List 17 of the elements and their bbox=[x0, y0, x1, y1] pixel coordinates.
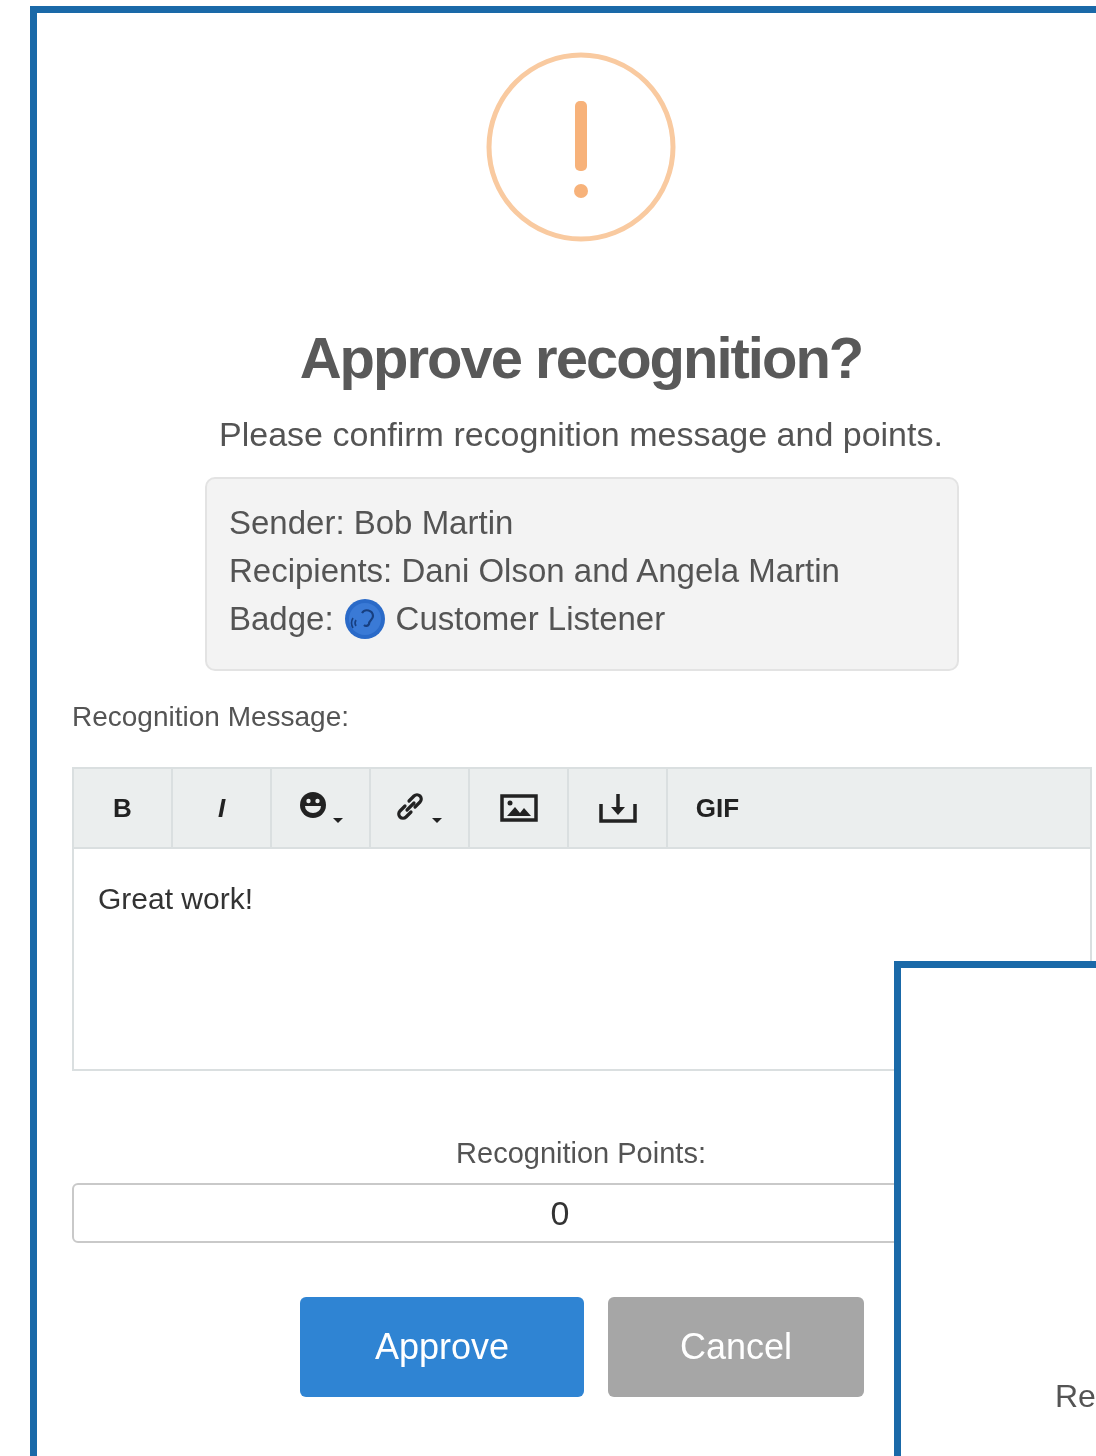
download-icon bbox=[597, 792, 638, 824]
dialog-subtitle: Please confirm recognition message and points. bbox=[218, 414, 944, 455]
warning-icon bbox=[485, 51, 677, 243]
emoji-icon bbox=[298, 791, 343, 825]
ear-badge-icon bbox=[343, 598, 386, 640]
badge-label: Badge: bbox=[229, 599, 334, 639]
badge-name: Customer Listener bbox=[395, 599, 666, 639]
sender-text: Sender: Bob Martin bbox=[229, 503, 515, 543]
approve-button[interactable]: Approve bbox=[300, 1297, 584, 1397]
link-icon bbox=[395, 791, 444, 825]
panel-text: Re bbox=[1055, 1378, 1096, 1415]
message-label: Recognition Message: bbox=[72, 700, 351, 734]
recipients-text: Recipients: Dani Olson and Angela Martin bbox=[229, 551, 841, 591]
image-icon bbox=[499, 794, 538, 822]
message-text: Great work! bbox=[97, 881, 255, 917]
dialog-title: Approve recognition? bbox=[298, 324, 864, 392]
points-label: Recognition Points: bbox=[455, 1136, 707, 1171]
